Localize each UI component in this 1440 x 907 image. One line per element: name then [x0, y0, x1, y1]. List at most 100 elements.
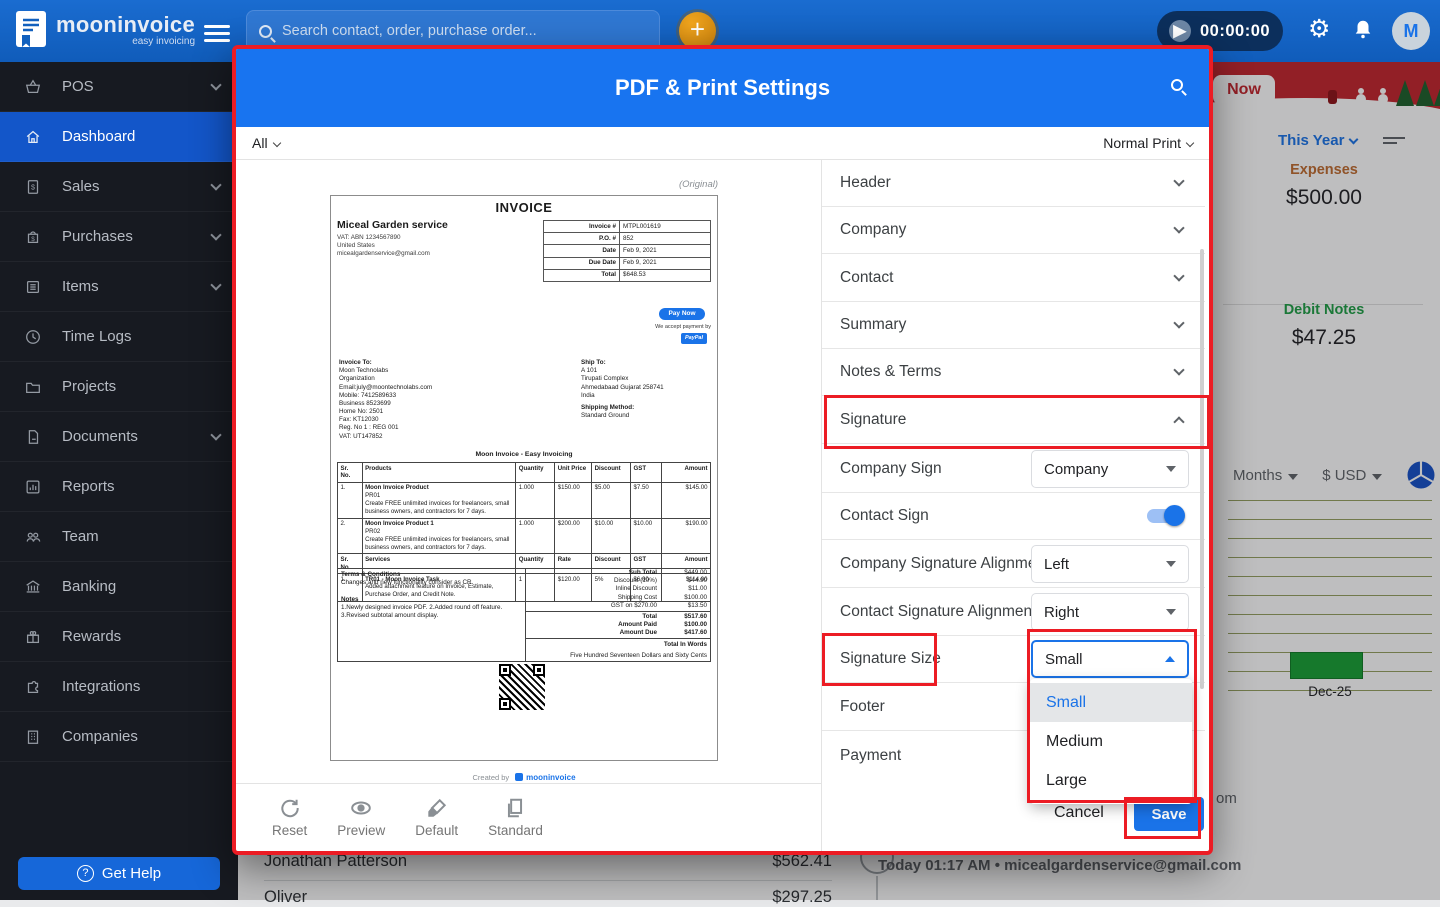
contact-sign-row: Contact Sign — [822, 493, 1205, 540]
get-help-label: Get Help — [101, 865, 162, 882]
notifications-bell-icon[interactable] — [1352, 17, 1374, 46]
option-small[interactable]: Small — [1030, 683, 1192, 722]
sidebar-item-label: Sales — [62, 178, 100, 195]
option-large[interactable]: Large — [1030, 761, 1192, 800]
contact-signature-alignment-row: Contact Signature Alignment Right — [822, 589, 1205, 636]
default-button[interactable]: Default — [415, 797, 458, 838]
team-users-icon — [24, 528, 42, 546]
chevron-down-icon — [1166, 466, 1176, 472]
preview-button[interactable]: Preview — [337, 797, 385, 838]
chevron-down-icon — [1173, 222, 1185, 234]
chevron-down-icon — [1166, 561, 1176, 567]
sidebar-item-label: Documents — [62, 428, 138, 445]
sidebar-item-integrations[interactable]: Integrations — [0, 662, 238, 712]
chevron-up-icon — [1173, 416, 1185, 428]
sidebar-item-documents[interactable]: Documents — [0, 412, 238, 462]
sidebar-item-label: Projects — [62, 378, 117, 395]
standard-button[interactable]: Standard — [488, 797, 543, 838]
signature-size-dropdown: Small Medium Large — [1030, 679, 1192, 804]
section-summary[interactable]: Summary — [822, 302, 1205, 349]
invoice-meta-table: Invoice # MTPL001619 P.O. #852 Date Feb 9,… — [543, 219, 711, 282]
paypal-badge: PayPal — [681, 333, 707, 344]
invoice-preview: INVOICE Miceal Garden service VAT: ABN 1… — [330, 195, 718, 761]
section-signature[interactable]: Signature — [822, 397, 1205, 444]
user-avatar[interactable]: M — [1392, 12, 1430, 50]
table-row: 1. Moon Invoice Product PR01 Create FREE u… — [337, 481, 712, 519]
projects-folder-icon — [24, 378, 42, 396]
sidebar-item-label: Purchases — [62, 228, 133, 245]
play-icon[interactable]: ▶ — [1169, 20, 1191, 42]
companies-building-icon — [24, 728, 42, 746]
search-icon — [259, 24, 272, 38]
preview-eye-icon — [351, 801, 372, 815]
signature-size-select[interactable]: Small — [1031, 640, 1189, 678]
chevron-down-icon — [210, 428, 222, 441]
sidebar-item-dashboard[interactable]: Dashboard — [0, 112, 238, 162]
sidebar-item-sales[interactable]: $ Sales — [0, 162, 238, 212]
filter-all-dropdown[interactable]: All — [252, 135, 281, 151]
sidebar-item-label: Reports — [62, 478, 115, 495]
company-signature-alignment-row: Company Signature Alignment Left — [822, 541, 1205, 588]
dashboard-home-icon — [24, 128, 42, 146]
sidebar-item-purchases[interactable]: $ Purchases — [0, 212, 238, 262]
created-by-line: Created by mooninvoice — [472, 773, 576, 782]
sidebar-item-label: Integrations — [62, 678, 141, 695]
sidebar-item-reports[interactable]: Reports — [0, 462, 238, 512]
mooninvoice-logo-icon — [16, 11, 46, 47]
option-medium[interactable]: Medium — [1030, 722, 1192, 761]
banking-bank-icon — [24, 578, 42, 596]
sidebar-item-label: Time Logs — [62, 328, 132, 345]
sidebar-item-rewards[interactable]: Rewards — [0, 612, 238, 662]
sidebar-item-projects[interactable]: Projects — [0, 362, 238, 412]
mooninvoice-mini-logo-icon — [515, 773, 524, 781]
reports-chart-icon — [24, 478, 42, 496]
rewards-gift-icon — [24, 628, 42, 646]
section-company[interactable]: Company — [822, 207, 1205, 254]
scrollbar[interactable] — [1200, 249, 1204, 689]
default-brush-icon — [427, 798, 446, 817]
chevron-down-icon — [1173, 317, 1185, 329]
invoice-copy-type: (Original) — [678, 179, 718, 190]
brand-subtitle: easy invoicing — [132, 35, 195, 47]
ship-to-block: Ship To: A 101 Tirupati Complex Ahmedabaa… — [581, 359, 664, 399]
standard-doc-icon — [508, 798, 523, 818]
search-input[interactable] — [282, 23, 647, 39]
svg-text:$: $ — [31, 236, 35, 243]
timer-value: 00:00:00 — [1200, 21, 1271, 40]
purchases-bag-icon: $ — [24, 228, 42, 246]
cancel-button[interactable]: Cancel — [1054, 804, 1104, 822]
sidebar-item-items[interactable]: Items — [0, 262, 238, 312]
print-mode-dropdown[interactable]: Normal Print — [1103, 135, 1195, 151]
company-signature-alignment-select[interactable]: Left — [1031, 545, 1189, 583]
pdf-print-settings-dialog: PDF & Print Settings All Normal Print (O… — [232, 45, 1213, 855]
company-sign-select[interactable]: Company — [1031, 450, 1189, 488]
contact-sign-toggle[interactable] — [1147, 505, 1185, 526]
qr-code — [499, 664, 545, 710]
sidebar-item-time-logs[interactable]: Time Logs — [0, 312, 238, 362]
sidebar-item-companies[interactable]: Companies — [0, 712, 238, 762]
reset-icon — [281, 799, 299, 818]
preview-toolbar: Reset Preview Default Standard — [236, 783, 821, 851]
sidebar-item-label: Team — [62, 528, 99, 545]
sidebar-item-label: POS — [62, 78, 94, 95]
reset-button[interactable]: Reset — [272, 797, 307, 838]
section-header[interactable]: Header — [822, 160, 1205, 207]
time-logs-clock-icon — [24, 328, 42, 346]
sidebar-item-label: Rewards — [62, 628, 122, 645]
section-contact[interactable]: Contact — [822, 255, 1205, 302]
contact-signature-alignment-select[interactable]: Right — [1031, 593, 1189, 631]
documents-file-icon — [24, 428, 42, 446]
pay-now-button[interactable]: Pay Now — [659, 308, 705, 320]
settings-gear-icon[interactable]: ⚙ — [1308, 14, 1330, 44]
chevron-up-icon — [1165, 656, 1175, 662]
search-icon[interactable] — [1171, 79, 1183, 91]
sidebar-item-banking[interactable]: Banking — [0, 562, 238, 612]
get-help-button[interactable]: ? Get Help — [18, 857, 220, 890]
app-logo[interactable]: mooninvoice easy invoicing — [16, 11, 195, 47]
chevron-down-icon — [1173, 270, 1185, 282]
sidebar-item-pos[interactable]: POS — [0, 62, 238, 112]
hamburger-menu-icon[interactable] — [204, 21, 230, 46]
sidebar-item-team[interactable]: Team — [0, 512, 238, 562]
section-notes-terms[interactable]: Notes & Terms — [822, 349, 1205, 396]
accept-payment-text: We accept payment by — [655, 324, 711, 330]
